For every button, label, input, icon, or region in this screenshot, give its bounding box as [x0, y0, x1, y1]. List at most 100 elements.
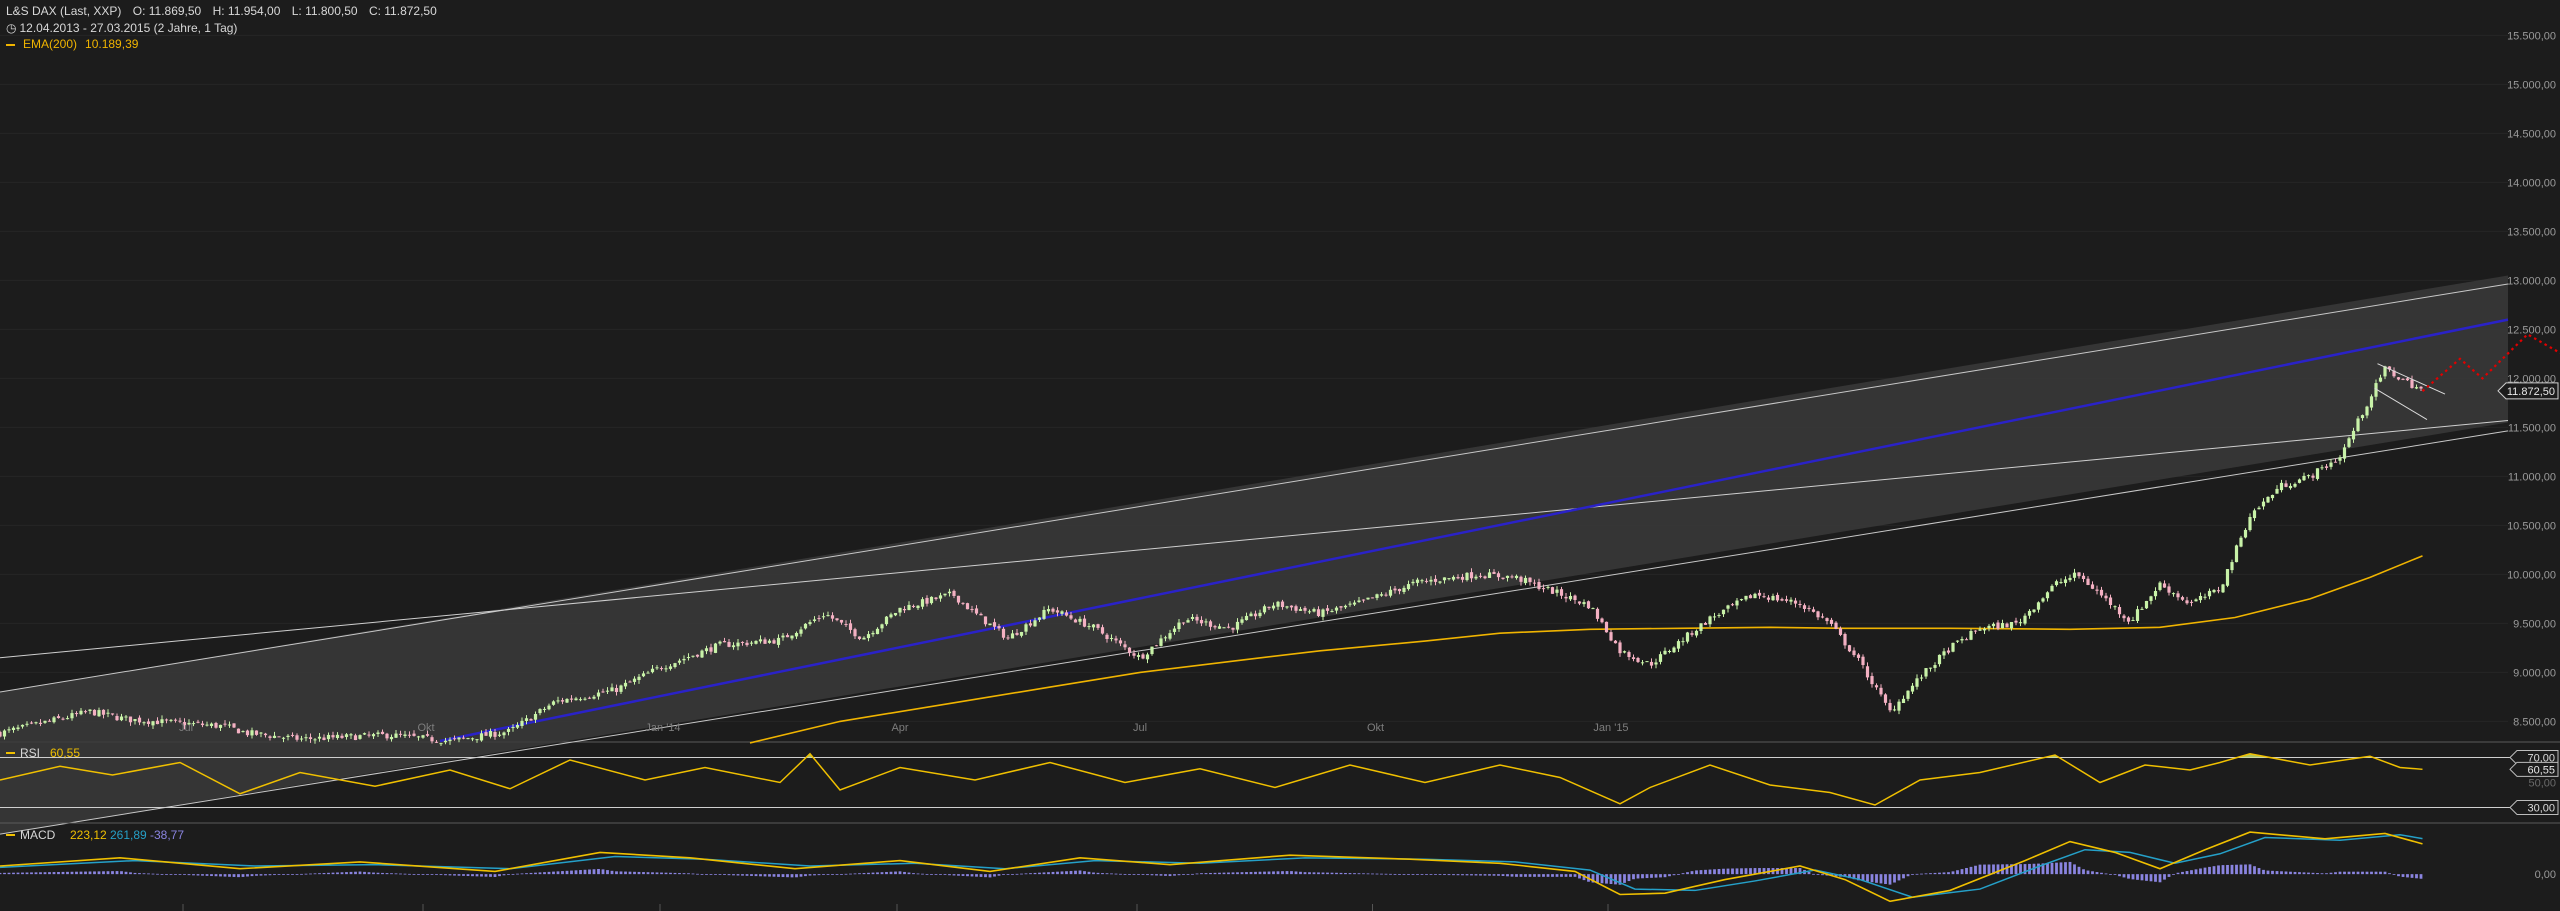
candle-body	[1190, 616, 1195, 619]
candle-body	[1249, 613, 1253, 617]
candle-body	[1550, 587, 1555, 594]
candle-body	[385, 733, 389, 739]
macd-histogram-bar	[1677, 874, 1680, 875]
macd-histogram-bar	[2073, 864, 2076, 875]
candle-body	[614, 687, 619, 693]
candle-body	[2356, 418, 2360, 432]
macd-histogram-bar	[2352, 871, 2355, 875]
macd-histogram-bar	[2307, 872, 2310, 875]
candle-body	[2225, 569, 2230, 586]
macd-histogram-bar	[984, 874, 987, 878]
candle-body	[1357, 600, 1361, 603]
candle-body	[2279, 482, 2284, 491]
candle-body	[754, 640, 758, 644]
macd-histogram-bar	[808, 874, 812, 876]
candle-body	[740, 641, 745, 643]
macd-histogram-bar	[871, 872, 875, 875]
macd-histogram-bar	[295, 874, 299, 875]
candle-body	[1991, 623, 1996, 627]
macd-histogram-bar	[2194, 869, 2198, 875]
macd-histogram-bar	[1024, 873, 1028, 875]
candle-body	[421, 735, 425, 738]
candle-body	[2063, 579, 2068, 583]
macd-histogram-bar	[1969, 866, 1973, 875]
candle-body	[781, 635, 785, 638]
candle-body	[2005, 623, 2009, 628]
candle-body	[160, 719, 164, 724]
macd-histogram-bar	[1308, 872, 1311, 875]
macd-histogram-bar	[957, 874, 960, 876]
macd-histogram-bar	[1983, 864, 1986, 875]
candle-body	[2342, 447, 2347, 459]
macd-histogram-bar	[547, 871, 551, 875]
candle-body	[965, 603, 970, 610]
candle-body	[313, 739, 317, 741]
candle-body	[794, 632, 799, 637]
macd-histogram-bar	[1929, 873, 1932, 875]
macd-histogram-bar	[912, 873, 915, 875]
candle-body	[1757, 592, 1762, 596]
candle-body	[1397, 588, 1402, 592]
candle-body	[2185, 600, 2189, 604]
macd-histogram-bar	[1249, 871, 1253, 875]
candle-body	[1078, 618, 1082, 622]
macd-histogram-bar	[84, 871, 87, 875]
macd-histogram-bar	[480, 874, 483, 877]
candle-body	[83, 711, 88, 713]
macd-histogram-bar	[804, 874, 807, 877]
price-tick-label: 10.000,00	[2507, 569, 2556, 581]
macd-histogram-bar	[2379, 871, 2382, 875]
macd-histogram-bar	[2289, 871, 2292, 875]
price-tick-label: 15.000,00	[2507, 79, 2556, 91]
candle-body	[1789, 599, 1793, 602]
macd-histogram-bar	[156, 873, 159, 875]
candle-body	[713, 643, 718, 653]
candle-body	[1420, 580, 1424, 582]
macd-histogram-bar	[111, 871, 114, 875]
candle-body	[1438, 581, 1442, 583]
macd-histogram-bar	[421, 874, 425, 875]
candle-body	[1100, 627, 1105, 634]
candle-body	[520, 720, 524, 726]
candle-body	[2239, 537, 2243, 547]
candle-body	[650, 668, 655, 673]
macd-histogram-bar	[1870, 874, 1874, 883]
candle-body	[1127, 647, 1132, 653]
candle-body	[1892, 709, 1897, 711]
macd-histogram-bar	[799, 874, 803, 877]
rsi-level-label: 30,00	[2527, 803, 2555, 815]
candle-body	[1051, 608, 1055, 612]
candle-body	[2338, 457, 2342, 461]
macd-histogram-bar	[903, 871, 906, 875]
macd-histogram-bar	[1353, 873, 1356, 875]
candle-body	[1285, 606, 1289, 608]
candle-body	[407, 734, 412, 736]
candle-body	[1843, 633, 1847, 646]
macd-histogram-bar	[570, 870, 573, 875]
candle-body	[601, 691, 605, 693]
macd-histogram-bar	[894, 871, 897, 875]
candle-body	[1415, 579, 1420, 583]
macd-histogram-bar	[2086, 870, 2090, 875]
macd-histogram-bar	[43, 872, 47, 875]
macd-histogram-bar	[916, 873, 920, 875]
candle-body	[2369, 396, 2374, 408]
macd-histogram-bar	[1258, 871, 1262, 875]
candle-body	[259, 732, 263, 734]
macd-histogram-bar	[349, 871, 353, 875]
candle-body	[673, 663, 677, 668]
candle-body	[2036, 602, 2041, 610]
candle-body	[2252, 510, 2257, 519]
candle-body	[1069, 615, 1073, 619]
candle-body	[299, 738, 304, 740]
candle-body	[2167, 586, 2171, 593]
macd-histogram-bar	[2185, 871, 2189, 875]
macd-histogram-bar	[1470, 874, 1473, 876]
macd-histogram-bar	[75, 871, 78, 875]
macd-histogram-bar	[2311, 872, 2315, 875]
macd-histogram-bar	[768, 874, 771, 877]
macd-histogram-bar	[484, 874, 488, 877]
candle-body	[997, 626, 1001, 629]
macd-histogram-bar	[714, 874, 717, 875]
macd-histogram-bar	[997, 874, 1001, 876]
